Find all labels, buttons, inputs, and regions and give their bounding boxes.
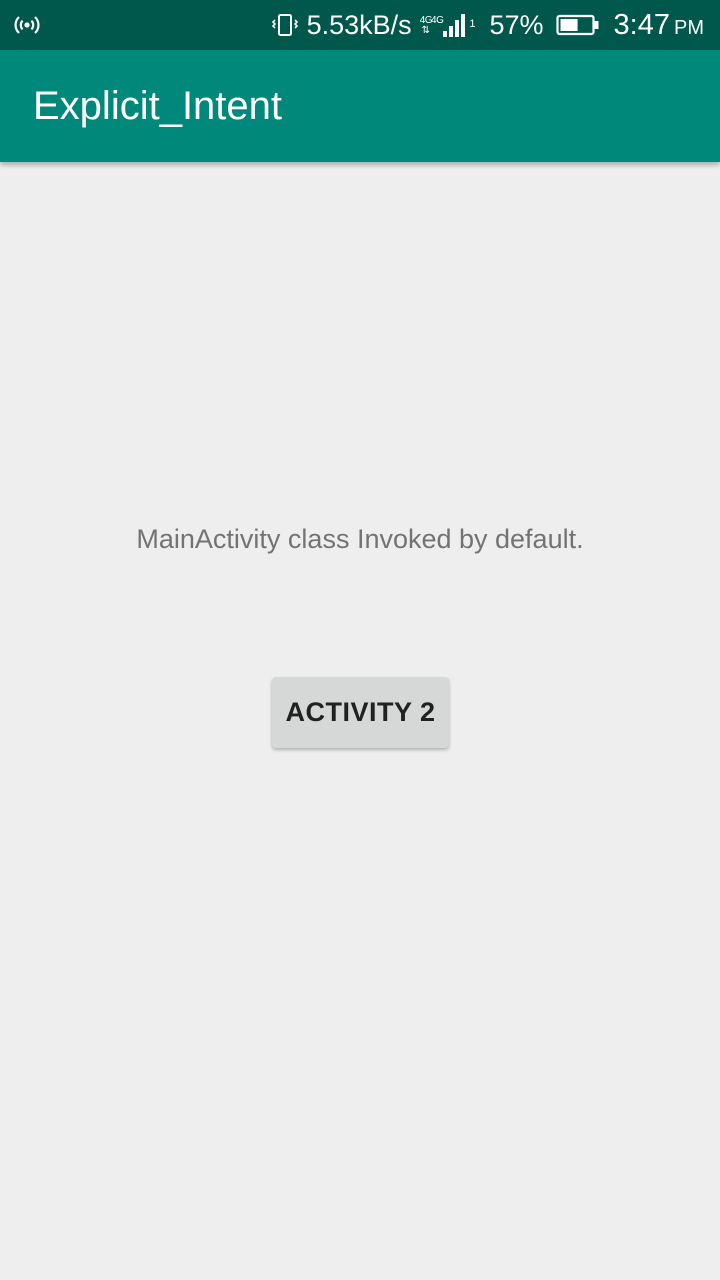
wifi-tethering-icon	[14, 15, 40, 35]
status-bar: 5.53kB/s 4G ⇅ 4G 1 57% 3:47 PM	[0, 0, 720, 50]
app-bar: Explicit_Intent	[0, 50, 720, 162]
status-left	[14, 0, 40, 50]
screen: 5.53kB/s 4G ⇅ 4G 1 57% 3:47 PM Explicit_…	[0, 0, 720, 1280]
main-message: MainActivity class Invoked by default.	[136, 524, 584, 554]
sim-index: 1	[469, 18, 476, 30]
app-title: Explicit_Intent	[33, 84, 283, 128]
battery-icon	[555, 14, 600, 36]
main-content: MainActivity class Invoked by default. A…	[0, 162, 720, 1280]
status-ampm: PM	[674, 16, 704, 39]
signal-icon	[442, 12, 468, 38]
data-arrows-icon: ⇅	[421, 24, 431, 36]
status-time: 3:47	[613, 8, 670, 41]
activity-2-button[interactable]: ACTIVITY 2	[272, 677, 449, 748]
status-right: 5.53kB/s 4G ⇅ 4G 1 57% 3:47 PM	[271, 0, 704, 50]
vibrate-icon	[271, 13, 299, 37]
clock: 3:47 PM	[614, 9, 704, 42]
network-cluster: 4G ⇅ 4G 1	[420, 10, 476, 40]
battery-percent: 57%	[489, 9, 544, 40]
net-speed: 5.53kB/s	[306, 9, 412, 40]
